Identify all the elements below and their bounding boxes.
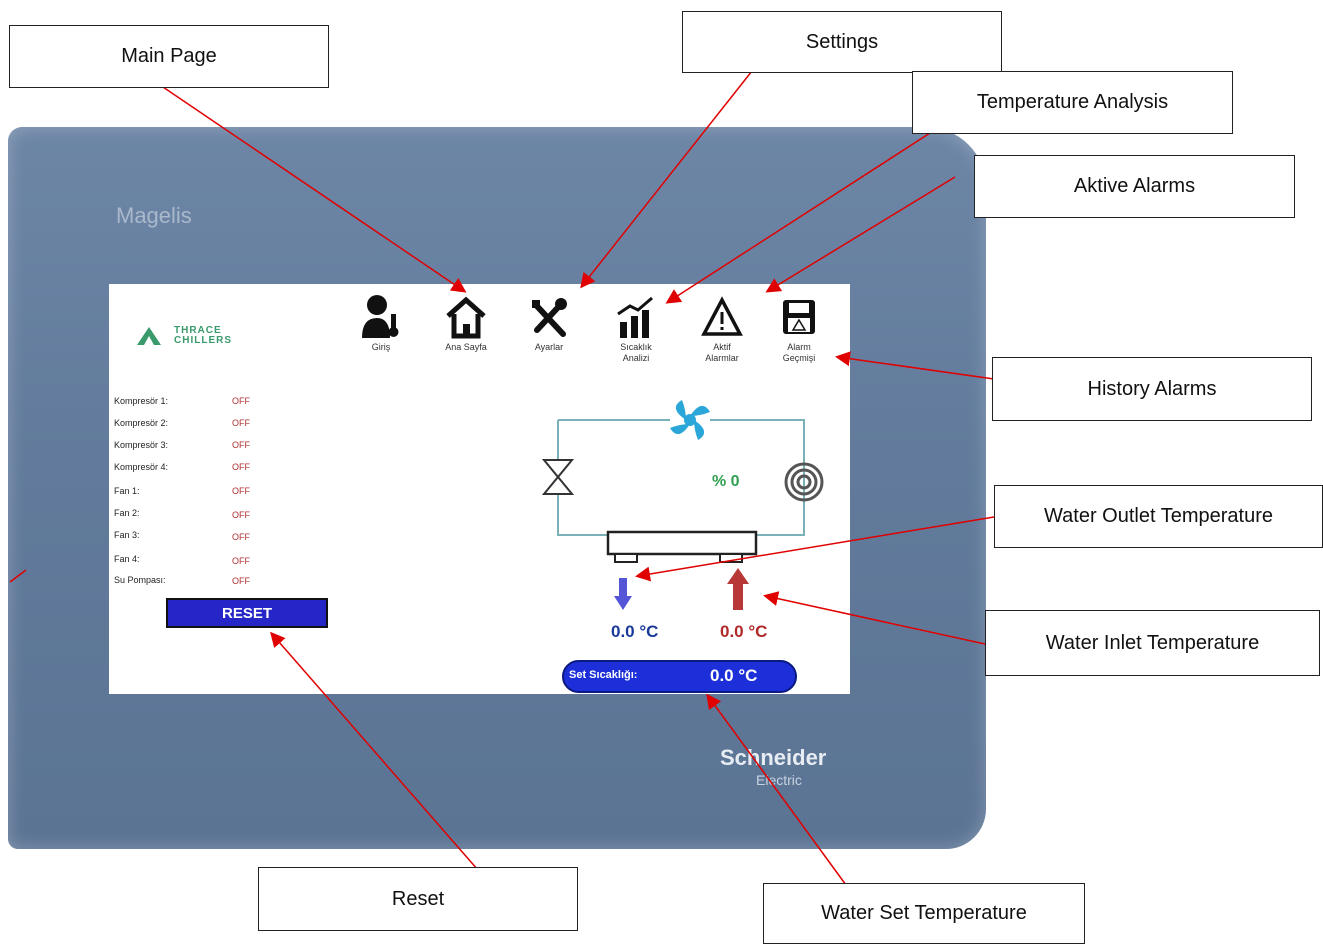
arrow-reset: [270, 631, 479, 871]
callout-water-outlet: Water Outlet Temperature: [994, 485, 1323, 548]
arrow-settings: [580, 70, 753, 289]
annotation-arrows: [9, 70, 995, 886]
callout-history-alarms: History Alarms: [992, 357, 1312, 421]
arrow-water-inlet: [763, 591, 986, 645]
arrow-active-alarms: [765, 176, 956, 293]
callout-reset: Reset: [258, 867, 578, 931]
arrow-water-set: [706, 693, 847, 886]
callout-water-inlet: Water Inlet Temperature: [985, 610, 1320, 676]
callout-main-page: Main Page: [9, 25, 329, 88]
arrow-temperature-analysis: [665, 132, 931, 304]
callout-active-alarms: Aktive Alarms: [974, 155, 1295, 218]
arrow-water-outlet: [635, 516, 995, 582]
arrow-stub: [9, 569, 27, 583]
arrow-main-page: [159, 84, 467, 293]
callout-settings: Settings: [682, 11, 1002, 73]
arrow-history-alarms: [835, 351, 995, 380]
callout-temperature-analysis: Temperature Analysis: [912, 71, 1233, 134]
callout-water-set: Water Set Temperature: [763, 883, 1085, 944]
